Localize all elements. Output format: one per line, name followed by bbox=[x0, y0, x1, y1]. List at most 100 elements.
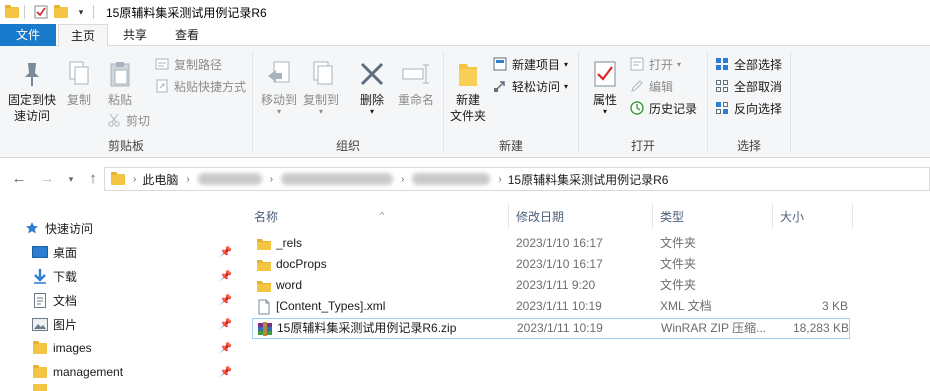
rename-button[interactable]: 重命名 bbox=[393, 60, 439, 108]
invert-selection-button[interactable]: 反向选择 bbox=[714, 98, 782, 118]
select-none-button[interactable]: 全部取消 bbox=[714, 76, 782, 96]
breadcrumb-this-pc[interactable]: 此电脑 bbox=[142, 171, 178, 188]
organize-group-label: 组织 bbox=[335, 139, 360, 153]
open-button[interactable]: 打开 ▾ bbox=[629, 54, 681, 74]
pin-to-quick-access-button[interactable]: 固定到快 速访问 bbox=[4, 60, 60, 124]
sidebar-item-label: images bbox=[53, 341, 92, 355]
select-all-icon bbox=[714, 56, 730, 72]
pin-icon[interactable]: 📌 bbox=[220, 343, 232, 354]
copy-path-button[interactable]: 复制路径 bbox=[154, 54, 222, 74]
column-header-date[interactable]: 修改日期 bbox=[510, 206, 650, 228]
column-divider[interactable] bbox=[852, 204, 853, 228]
pin-icon[interactable]: 📌 bbox=[220, 367, 232, 378]
move-to-label: 移动到 bbox=[260, 93, 297, 107]
recent-locations-icon[interactable]: ▾ bbox=[62, 170, 80, 188]
table-row[interactable]: [Content_Types].xml 2023/1/11 10:19 XML … bbox=[252, 297, 850, 318]
paste-button[interactable]: 粘贴 bbox=[102, 60, 138, 108]
easy-access-dropdown-icon: ▾ bbox=[564, 81, 569, 91]
chevron-right-icon[interactable]: › bbox=[401, 174, 404, 185]
customize-toolbar-icon[interactable]: ▾ bbox=[73, 4, 89, 20]
sidebar-item-quick-access[interactable]: 快速访问 bbox=[0, 216, 240, 240]
tab-share[interactable]: 共享 bbox=[112, 24, 158, 46]
properties-button[interactable]: 属性 ▾ bbox=[585, 60, 625, 116]
folder-icon bbox=[32, 364, 48, 380]
properties-icon bbox=[593, 60, 617, 88]
new-folder-label-1: 新建 bbox=[455, 93, 480, 107]
address-bar[interactable]: › 此电脑 › › › › 15原辅料集采测试用例记录R6 bbox=[104, 167, 930, 191]
sidebar-item-desktop[interactable]: 桌面 📌 bbox=[0, 240, 240, 264]
redacted-path-segment[interactable] bbox=[281, 173, 394, 185]
history-button[interactable]: 历史记录 bbox=[629, 98, 697, 118]
folder-icon bbox=[32, 384, 48, 391]
history-icon bbox=[629, 100, 645, 116]
sidebar-item-management[interactable]: management 📌 bbox=[0, 360, 240, 384]
new-item-button[interactable]: 新建项目 ▾ bbox=[492, 54, 568, 74]
scissors-icon bbox=[106, 112, 122, 128]
pin-icon[interactable]: 📌 bbox=[220, 295, 232, 306]
table-row-selected[interactable]: 15原辅料集采测试用例记录R6.zip 2023/1/11 10:19 WinR… bbox=[252, 318, 850, 339]
column-divider[interactable] bbox=[772, 204, 773, 228]
open-icon bbox=[629, 56, 645, 72]
organize-group: 移动到 ▾ 复制到 ▾ 删除 ▾ 重命名 组织 bbox=[253, 46, 443, 158]
pin-icon[interactable]: 📌 bbox=[220, 319, 232, 330]
chevron-right-icon[interactable]: › bbox=[498, 174, 501, 185]
new-group: 新建 文件夹 新建项目 ▾ 轻松访问 ▾ 新建 bbox=[444, 46, 578, 158]
delete-label: 删除 bbox=[359, 93, 384, 107]
copy-button[interactable]: 复制 bbox=[62, 60, 96, 108]
chevron-right-icon[interactable]: › bbox=[133, 174, 136, 185]
divider bbox=[93, 5, 94, 19]
tab-view[interactable]: 查看 bbox=[164, 24, 210, 46]
sidebar-item-downloads[interactable]: 下载 📌 bbox=[0, 264, 240, 288]
new-item-dropdown-icon: ▾ bbox=[564, 59, 569, 69]
sidebar-item-pictures[interactable]: 图片 📌 bbox=[0, 312, 240, 336]
tab-home[interactable]: 主页 bbox=[58, 24, 108, 47]
sidebar-item-label: 桌面 bbox=[53, 245, 78, 260]
sidebar-item-images[interactable]: images 📌 bbox=[0, 336, 240, 360]
delete-button[interactable]: 删除 ▾ bbox=[355, 60, 389, 116]
table-row[interactable]: word 2023/1/11 9:20 文件夹 bbox=[252, 276, 850, 297]
new-folder-button[interactable]: 新建 文件夹 bbox=[446, 60, 490, 124]
chevron-right-icon[interactable]: › bbox=[270, 174, 273, 185]
cut-button[interactable]: 剪切 bbox=[106, 110, 150, 130]
paste-shortcut-button[interactable]: 粘贴快捷方式 bbox=[154, 76, 246, 96]
back-arrow-icon[interactable]: ← bbox=[10, 170, 28, 188]
edit-button[interactable]: 编辑 bbox=[629, 76, 673, 96]
xml-file-icon bbox=[256, 299, 272, 315]
copy-to-button[interactable]: 复制到 ▾ bbox=[301, 60, 341, 116]
paste-shortcut-icon bbox=[154, 78, 170, 94]
divider bbox=[24, 5, 25, 19]
move-to-button[interactable]: 移动到 ▾ bbox=[259, 60, 299, 116]
copy-path-label: 复制路径 bbox=[174, 57, 223, 72]
sidebar-item-partial bbox=[0, 384, 240, 391]
sidebar-item-documents[interactable]: 文档 📌 bbox=[0, 288, 240, 312]
chevron-right-icon[interactable]: › bbox=[186, 174, 189, 185]
redacted-path-segment[interactable] bbox=[412, 173, 491, 185]
column-divider[interactable] bbox=[508, 204, 509, 228]
pin-icon[interactable]: 📌 bbox=[220, 247, 232, 258]
select-all-button[interactable]: 全部选择 bbox=[714, 54, 782, 74]
forward-arrow-icon[interactable]: → bbox=[38, 170, 56, 188]
folder-icon bbox=[32, 340, 48, 356]
sidebar-item-label: 下载 bbox=[53, 269, 78, 284]
breadcrumb-current[interactable]: 15原辅料集采测试用例记录R6 bbox=[508, 171, 669, 188]
table-row[interactable]: _rels 2023/1/10 16:17 文件夹 bbox=[252, 234, 850, 255]
column-name-label: 名称 bbox=[254, 210, 279, 224]
properties-quick-icon[interactable] bbox=[33, 4, 49, 20]
easy-access-button[interactable]: 轻松访问 ▾ bbox=[492, 76, 568, 96]
paste-shortcut-label: 粘贴快捷方式 bbox=[174, 79, 247, 94]
column-header-size[interactable]: 大小 bbox=[774, 206, 850, 228]
column-header-name[interactable]: 名称 ^ bbox=[248, 206, 510, 228]
paste-label: 粘贴 bbox=[107, 93, 132, 107]
tab-file[interactable]: 文件 bbox=[0, 24, 56, 46]
table-row[interactable]: docProps 2023/1/10 16:17 文件夹 bbox=[252, 255, 850, 276]
file-date: 2023/1/10 16:17 bbox=[516, 236, 603, 250]
column-header-type[interactable]: 类型 bbox=[654, 206, 770, 228]
up-arrow-icon[interactable]: ↑ bbox=[84, 170, 102, 188]
copy-label: 复制 bbox=[66, 93, 91, 107]
folder-icon bbox=[256, 257, 272, 273]
pin-icon[interactable]: 📌 bbox=[220, 271, 232, 282]
column-divider[interactable] bbox=[652, 204, 653, 228]
redacted-path-segment[interactable] bbox=[197, 173, 262, 185]
new-folder-quick-icon[interactable] bbox=[53, 4, 69, 20]
new-group-label: 新建 bbox=[498, 139, 523, 153]
